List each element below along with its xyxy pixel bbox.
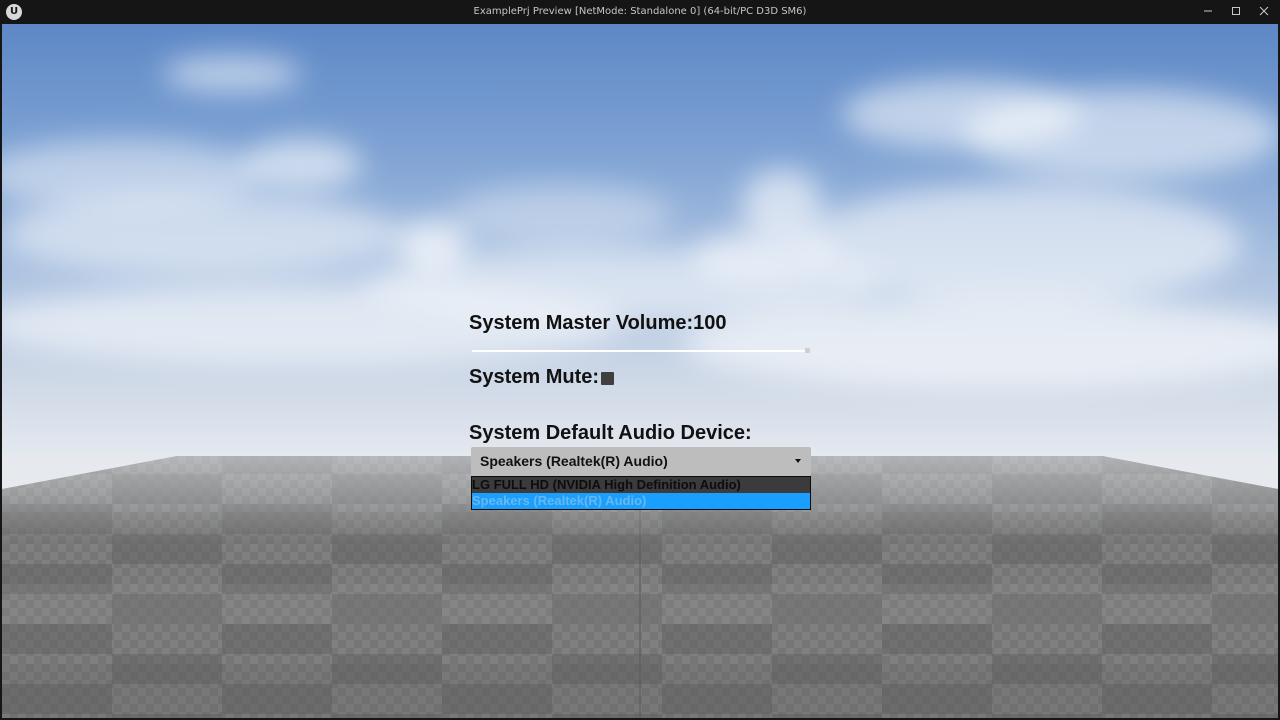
master-volume-slider[interactable] [472, 348, 810, 353]
mute-label: System Mute: [469, 366, 600, 388]
minimize-button[interactable] [1193, 0, 1223, 22]
slider-fill [472, 350, 810, 352]
maximize-button[interactable] [1221, 0, 1251, 22]
dropdown-option-selected[interactable]: Speakers (Realtek(R) Audio) [472, 493, 810, 509]
mute-checkbox[interactable] [601, 372, 614, 385]
minimize-icon [1204, 10, 1212, 12]
close-button[interactable] [1249, 0, 1279, 22]
selected-device-text: Speakers (Realtek(R) Audio) [480, 453, 668, 469]
dropdown-option[interactable]: LG FULL HD (NVIDIA High Definition Audio… [472, 477, 810, 493]
maximize-icon [1232, 7, 1240, 15]
master-volume-value: 100 [693, 312, 727, 334]
close-icon [1259, 6, 1269, 16]
game-viewport[interactable]: System Master Volume:100 System Mute: Sy… [2, 24, 1278, 718]
title-bar[interactable]: U ExamplePrj Preview [NetMode: Standalon… [0, 0, 1280, 24]
master-volume-label: System Master Volume: [469, 312, 694, 334]
window-title: ExamplePrj Preview [NetMode: Standalone … [473, 6, 807, 17]
master-volume-row: System Master Volume:100 [469, 312, 727, 335]
audio-device-combobox[interactable]: Speakers (Realtek(R) Audio) [471, 447, 811, 476]
slider-handle[interactable] [805, 348, 810, 353]
checker-floor [2, 456, 1278, 718]
audio-device-label: System Default Audio Device: [469, 422, 752, 444]
audio-device-dropdown-list: LG FULL HD (NVIDIA High Definition Audio… [471, 476, 811, 510]
dropdown-arrow-icon [795, 459, 801, 463]
editor-preview-window: U ExamplePrj Preview [NetMode: Standalon… [0, 0, 1280, 720]
